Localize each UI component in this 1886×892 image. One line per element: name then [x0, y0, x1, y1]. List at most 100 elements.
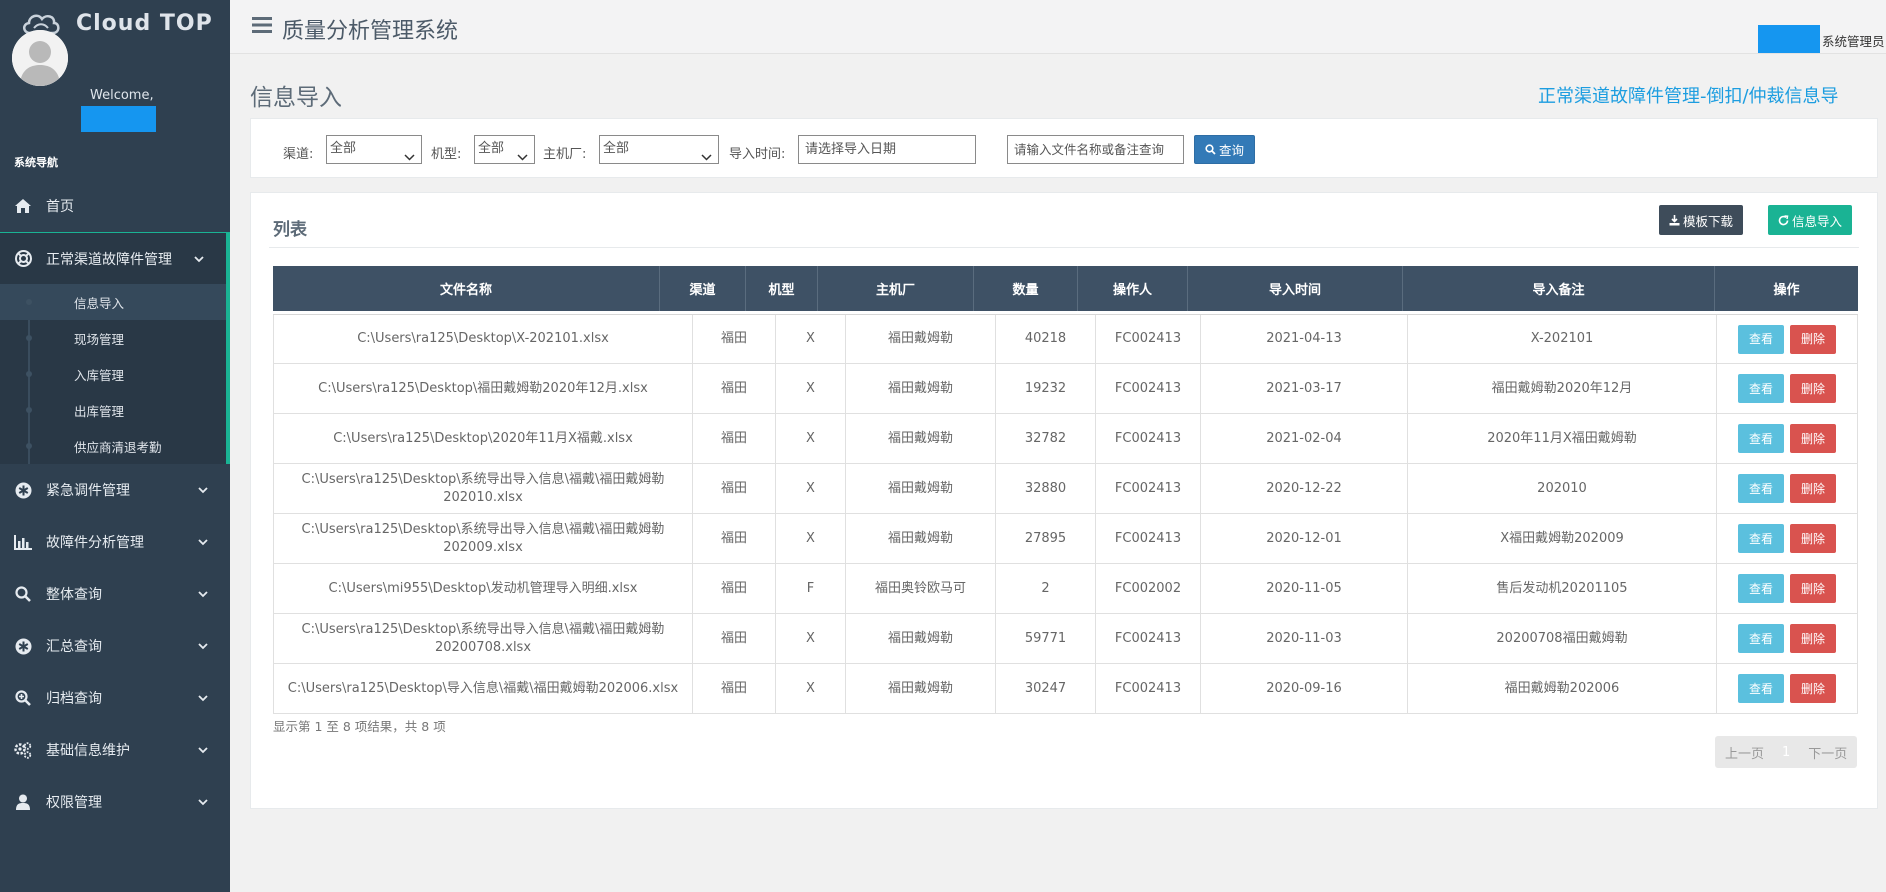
view-button[interactable]: 查看 [1738, 324, 1784, 354]
channel-label: 渠道: [283, 147, 314, 162]
delete-button[interactable]: 删除 [1790, 524, 1836, 553]
model-select[interactable]: 全部 [474, 135, 535, 164]
user-role[interactable]: 系统管理员 [1822, 31, 1885, 50]
cell-file-name: C:\Users\ra125\Desktop\系统导出导入信息\福戴\福田戴姆勒… [273, 514, 693, 563]
cell-operator: FC002413 [1096, 664, 1201, 713]
sidebar-item-urgent-parts[interactable]: 紧急调件管理 [0, 464, 230, 516]
template-download-button[interactable]: 模板下载 [1659, 205, 1743, 235]
cell-oem: 福田戴姆勒 [846, 664, 996, 713]
column-header-file-name[interactable]: 文件名称 [273, 266, 660, 311]
sidebar-item-permissions[interactable]: 权限管理 [0, 776, 230, 828]
column-header-import-time[interactable]: 导入时间 [1188, 266, 1403, 311]
sidebar-item-summary-query[interactable]: 汇总查询 [0, 620, 230, 672]
user-name-badge[interactable] [1758, 25, 1820, 53]
sidebar-item-basic-info[interactable]: 基础信息维护 [0, 724, 230, 776]
cell-channel: 福田 [693, 464, 776, 513]
cell-actions: 查看 删除 [1717, 364, 1858, 413]
view-button[interactable]: 查看 [1738, 674, 1784, 703]
info-import-label: 信息导入 [1791, 213, 1842, 229]
sidebar-subitem-supplier-return[interactable]: 供应商清退考勤 [0, 428, 226, 464]
pagination-info: 显示第 1 至 8 项结果，共 8 项 [273, 719, 446, 734]
sidebar-item-label: 紧急调件管理 [46, 483, 130, 499]
table-row: C:\Users\ra125\Desktop\系统导出导入信息\福戴\福田戴姆勒… [273, 464, 1858, 514]
column-header-quantity[interactable]: 数量 [974, 266, 1078, 311]
nav-title: 系统导航 [14, 156, 58, 169]
view-button[interactable]: 查看 [1738, 574, 1784, 603]
sidebar-item-fault-analysis[interactable]: 故障件分析管理 [0, 516, 230, 568]
breadcrumb: 正常渠道故障件管理-倒扣/仲裁信息导 [1538, 86, 1839, 107]
delete-button[interactable]: 删除 [1790, 624, 1836, 653]
sidebar-subitem-label: 出库管理 [74, 403, 125, 419]
chevron-down-icon [198, 482, 208, 498]
column-header-operator[interactable]: 操作人 [1078, 266, 1188, 311]
page-number-1[interactable]: 1 [1774, 736, 1798, 768]
cell-oem: 福田奥铃欧马可 [846, 564, 996, 613]
keyword-search-input[interactable]: 请输入文件名称或备注查询 [1007, 135, 1184, 164]
sidebar-subitem-label: 入库管理 [74, 367, 125, 383]
lifebuoy-icon [14, 250, 32, 268]
welcome-text: Welcome, [90, 88, 154, 103]
keyword-placeholder: 请输入文件名称或备注查询 [1014, 142, 1165, 157]
sidebar-subitem-outbound-management[interactable]: 出库管理 [0, 392, 226, 428]
sidebar-item-label: 权限管理 [46, 795, 102, 811]
cell-import-time: 2021-03-17 [1201, 364, 1408, 413]
cell-file-name: C:\Users\ra125\Desktop\福田戴姆勒2020年12月.xls… [273, 364, 693, 413]
sidebar-subitem-info-import[interactable]: 信息导入 [0, 284, 226, 320]
cell-model: X [776, 664, 846, 713]
next-page-button[interactable]: 下一页 [1798, 736, 1857, 768]
cell-quantity: 19232 [996, 364, 1096, 413]
cell-import-note: 2020年11月X福田戴姆勒 [1408, 414, 1717, 463]
sidebar-subitem-label: 信息导入 [74, 295, 125, 311]
view-button[interactable]: 查看 [1738, 524, 1784, 553]
delete-button[interactable]: 删除 [1790, 424, 1836, 453]
date-placeholder: 请选择导入日期 [805, 142, 897, 157]
info-import-button[interactable]: 信息导入 [1768, 205, 1852, 235]
cell-operator: FC002413 [1096, 614, 1201, 663]
topbar: 质量分析管理系统 系统管理员 [230, 0, 1886, 54]
chevron-down-icon [198, 638, 208, 654]
sidebar-menu: 首页 正常渠道故障件管理 信息导入 现场管理 入库管理 出库管理 供应商清退考勤… [0, 180, 230, 828]
cell-quantity: 32880 [996, 464, 1096, 513]
cell-import-note: 售后发动机20201105 [1408, 564, 1717, 613]
column-header-actions: 操作 [1773, 283, 1800, 298]
date-picker-input[interactable]: 请选择导入日期 [798, 135, 976, 164]
delete-button[interactable]: 删除 [1790, 674, 1836, 703]
hamburger-menu-icon[interactable] [252, 16, 272, 38]
delete-button[interactable]: 删除 [1790, 374, 1836, 403]
oem-select[interactable]: 全部 [599, 135, 719, 164]
cell-model: F [776, 564, 846, 613]
view-button[interactable]: 查看 [1738, 424, 1784, 453]
cell-channel: 福田 [693, 414, 776, 463]
sidebar-item-normal-channel[interactable]: 正常渠道故障件管理 [0, 232, 230, 284]
delete-button[interactable]: 删除 [1790, 474, 1836, 503]
bar-chart-icon [14, 533, 32, 551]
home-icon [14, 197, 32, 215]
chevron-down-icon [198, 742, 208, 758]
delete-button[interactable]: 删除 [1790, 574, 1836, 603]
cell-import-note: 福田戴姆勒2020年12月 [1408, 364, 1717, 413]
sidebar-item-archive-query[interactable]: 归档查询 [0, 672, 230, 724]
delete-button[interactable]: 删除 [1790, 324, 1836, 354]
sidebar-item-overall-query[interactable]: 整体查询 [0, 568, 230, 620]
view-button[interactable]: 查看 [1738, 624, 1784, 653]
channel-select[interactable]: 全部 [326, 135, 422, 164]
cell-import-time: 2020-11-03 [1201, 614, 1408, 663]
avatar[interactable] [12, 30, 68, 86]
cell-import-time: 2021-02-04 [1201, 414, 1408, 463]
sidebar-subitem-inbound-management[interactable]: 入库管理 [0, 356, 226, 392]
column-header-model[interactable]: 机型 [746, 266, 818, 311]
cell-model: X [776, 614, 846, 663]
search-button[interactable]: 查询 [1194, 135, 1255, 164]
view-button[interactable]: 查看 [1738, 374, 1784, 403]
cell-actions: 查看 删除 [1717, 464, 1858, 513]
sidebar-item-label: 整体查询 [46, 587, 102, 603]
sidebar-item-home[interactable]: 首页 [0, 180, 230, 232]
prev-page-button[interactable]: 上一页 [1715, 736, 1774, 768]
sidebar-subitem-field-management[interactable]: 现场管理 [0, 320, 226, 356]
column-header-oem[interactable]: 主机厂 [818, 266, 974, 311]
date-label: 导入时间: [729, 147, 786, 162]
column-header-import-note[interactable]: 导入备注 [1403, 266, 1715, 311]
column-header-channel[interactable]: 渠道 [660, 266, 746, 311]
cell-quantity: 27895 [996, 514, 1096, 563]
view-button[interactable]: 查看 [1738, 474, 1784, 503]
